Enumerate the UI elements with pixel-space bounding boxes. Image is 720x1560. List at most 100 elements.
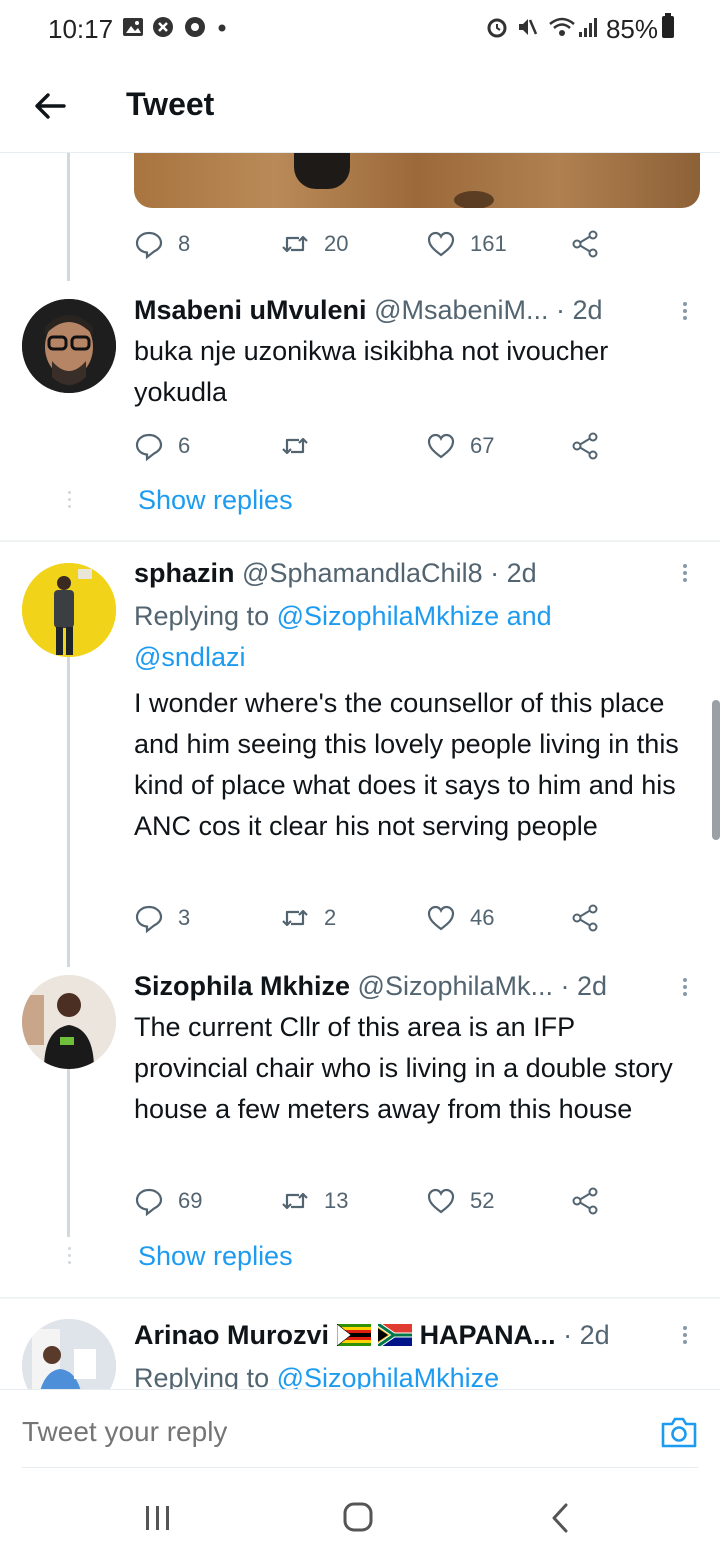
reply-button[interactable]: 69	[134, 1184, 202, 1218]
tweet-header: sphazin @SphamandlaChil8 · 2d	[134, 558, 664, 589]
like-button[interactable]: 46	[426, 901, 494, 935]
tweet-header: Sizophila Mkhize @SizophilaMk... · 2d	[134, 971, 664, 1002]
avatar[interactable]	[22, 299, 116, 393]
more-options-icon[interactable]	[680, 561, 690, 589]
tweet-header: Msabeni uMvuleni @MsabeniM... · 2d	[134, 295, 664, 326]
back-icon[interactable]	[544, 1502, 580, 1534]
heart-icon	[427, 905, 455, 931]
like-button[interactable]: 67	[426, 429, 494, 463]
heart-icon	[427, 231, 455, 257]
like-count: 46	[470, 905, 495, 930]
avatar[interactable]	[22, 1319, 116, 1389]
divider	[0, 1297, 720, 1299]
tweet-actions: 69 13 52	[134, 1184, 614, 1218]
status-bar: 10:17 85%	[0, 0, 720, 56]
replying-label: Replying to	[134, 601, 270, 631]
page-title: Tweet	[126, 86, 215, 122]
tweet-header: Arinao Murozvi HAPANA... · 2d	[134, 1320, 664, 1351]
share-button[interactable]	[570, 1184, 600, 1218]
retweet-icon	[282, 235, 308, 253]
tweet-actions: 6 67	[134, 429, 614, 463]
user-handle[interactable]: @SizophilaMk...	[358, 971, 553, 1001]
retweet-button[interactable]: 2	[280, 901, 336, 935]
tweet-media[interactable]	[134, 153, 700, 208]
tweet-actions: 3 2 46	[134, 901, 614, 935]
reply-composer	[0, 1389, 720, 1469]
retweet-count: 2	[324, 905, 337, 930]
system-nav-bar	[0, 1470, 720, 1560]
avatar[interactable]	[22, 975, 116, 1069]
tweet-time: · 2d	[560, 971, 608, 1001]
share-button[interactable]	[570, 227, 600, 261]
display-name[interactable]: Arinao Murozvi	[134, 1320, 329, 1350]
back-arrow-icon[interactable]	[30, 86, 70, 126]
retweet-icon	[282, 1192, 308, 1210]
replying-to-line: Replying to @SizophilaMkhize	[134, 1358, 694, 1389]
avatar-image	[22, 563, 116, 657]
camera-icon[interactable]	[660, 1414, 698, 1450]
reply-icon	[135, 1188, 163, 1216]
thread-line	[67, 657, 70, 967]
tweet-actions: 8 20 161	[134, 227, 614, 261]
share-button[interactable]	[570, 429, 600, 463]
conversation-feed[interactable]: 8 20 161 Msabeni uMvuleni @MsabeniM... ·…	[0, 153, 720, 1389]
more-options-icon[interactable]	[680, 299, 690, 327]
replying-label: Replying to	[134, 1363, 270, 1389]
avatar[interactable]	[22, 563, 116, 657]
reply-count: 6	[178, 433, 191, 458]
show-replies-link[interactable]: Show replies	[138, 1241, 293, 1272]
avatar-image	[22, 299, 116, 393]
settings-icon	[185, 17, 205, 37]
wifi-icon	[549, 17, 575, 36]
tweet-time: · 2d	[563, 1320, 610, 1350]
more-options-icon[interactable]	[680, 1323, 690, 1351]
display-name[interactable]: Msabeni uMvuleni	[134, 295, 367, 325]
reply-button[interactable]: 6	[134, 429, 190, 463]
user-handle[interactable]: @MsabeniM...	[374, 295, 548, 325]
retweet-icon	[282, 437, 308, 455]
user-handle[interactable]: @SphamandlaChil8	[242, 558, 483, 588]
gallery-icon	[123, 18, 143, 36]
like-button[interactable]: 161	[426, 227, 507, 261]
avatar-image	[22, 975, 116, 1069]
share-button[interactable]	[570, 901, 600, 935]
display-name[interactable]: Sizophila Mkhize	[134, 971, 350, 1001]
like-count: 67	[470, 433, 495, 458]
media-shadow	[454, 191, 494, 208]
reply-count: 8	[178, 231, 191, 256]
tweet-text: I wonder where's the counsellor of this …	[134, 688, 679, 841]
retweet-count: 13	[324, 1188, 349, 1213]
display-name-suffix[interactable]: HAPANA...	[420, 1320, 556, 1350]
like-count: 161	[470, 231, 507, 256]
retweet-button[interactable]: 20	[280, 227, 348, 261]
show-replies-link[interactable]: Show replies	[138, 485, 293, 516]
thread-gap-dots	[66, 1243, 72, 1268]
retweet-button[interactable]	[280, 429, 324, 463]
battery-icon	[662, 13, 674, 38]
tweet-text: buka nje uzonikwa isikibha not ivoucher …	[134, 336, 609, 407]
zimbabwe-flag-icon	[336, 1323, 371, 1347]
divider	[0, 540, 720, 542]
reply-input[interactable]	[22, 1416, 582, 1448]
recents-icon[interactable]	[140, 1502, 176, 1534]
retweet-button[interactable]: 13	[280, 1184, 348, 1218]
home-icon[interactable]	[340, 1502, 376, 1534]
scrollbar[interactable]	[712, 700, 720, 840]
display-name[interactable]: sphazin	[134, 558, 235, 588]
retweet-icon	[282, 909, 308, 927]
mute-icon	[519, 19, 538, 35]
mention-link[interactable]: @SizophilaMkhize	[277, 1363, 500, 1389]
signal-icon	[579, 18, 597, 37]
reply-button[interactable]: 8	[134, 227, 190, 261]
tweet-text: The current Cllr of this area is an IFP …	[134, 1012, 673, 1124]
reply-count: 3	[178, 905, 191, 930]
thread-line	[67, 153, 70, 281]
like-button[interactable]: 52	[426, 1184, 494, 1218]
reply-button[interactable]: 3	[134, 901, 190, 935]
more-options-icon[interactable]	[680, 975, 690, 1003]
thread-gap-dots	[66, 487, 72, 512]
tweet-time: · 2d	[556, 295, 603, 325]
reply-icon	[135, 433, 163, 461]
heart-icon	[427, 433, 455, 459]
shield-x-icon	[153, 17, 173, 37]
